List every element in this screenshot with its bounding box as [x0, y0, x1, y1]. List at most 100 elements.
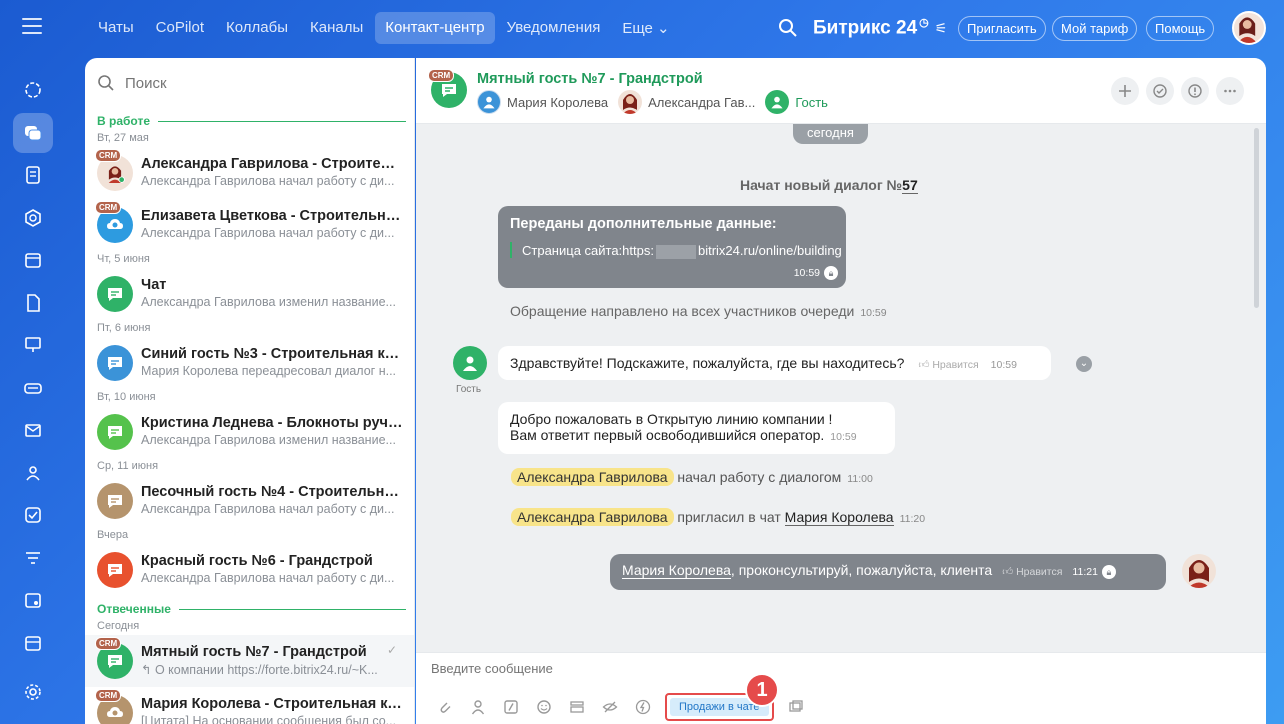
- message-input[interactable]: [431, 661, 1231, 676]
- chat-item-sand-guest[interactable]: Песочный гость №4 - Строительная ... Але…: [85, 475, 414, 527]
- nav-copilot[interactable]: CoPilot: [146, 12, 214, 44]
- chat-snippet: ↰ О компании https://forte.bitrix24.ru/~…: [141, 663, 378, 677]
- attach-icon[interactable]: [428, 695, 461, 719]
- queue-notice: Обращение направлено на всех участников …: [510, 303, 887, 319]
- templates-icon[interactable]: [560, 695, 593, 719]
- nav-notifications[interactable]: Уведомления: [497, 12, 611, 44]
- guest-label: Гость: [456, 384, 482, 395]
- message-outgoing[interactable]: Мария Королева, проконсультируй, пожалуй…: [610, 554, 1166, 590]
- chevron-down-icon[interactable]: ⌄: [1076, 356, 1092, 372]
- avatar: [97, 483, 133, 519]
- chat-bubble-icon: [108, 426, 122, 439]
- chat-item-chat[interactable]: Чат Александра Гаврилова изменил названи…: [85, 268, 414, 320]
- chats-icon[interactable]: [13, 112, 53, 153]
- settings-sliders-icon[interactable]: ⚟: [935, 20, 948, 36]
- hidden-message-icon[interactable]: [593, 695, 626, 719]
- user-icon[interactable]: [461, 695, 494, 719]
- nav-channels[interactable]: Каналы: [300, 12, 373, 44]
- group-icon[interactable]: [13, 453, 53, 493]
- avatar: [97, 276, 133, 312]
- member-koroleva[interactable]: Мария Королева: [477, 90, 608, 114]
- chat-item-mint-guest[interactable]: CRM Мятный гость №7 - Грандстрой ↰ О ком…: [85, 635, 414, 687]
- crm-badge: CRM: [95, 689, 122, 702]
- nav-more[interactable]: Еще ⌄: [612, 12, 679, 44]
- command-icon[interactable]: [494, 695, 527, 719]
- add-icon[interactable]: [1111, 77, 1139, 105]
- chat-item-ledneva[interactable]: Кристина Леднева - Блокноты ручно... Але…: [85, 406, 414, 458]
- date-separator: Вт, 27 мая: [97, 132, 149, 144]
- crm-badge: CRM: [428, 69, 455, 82]
- help-button[interactable]: Помощь: [1146, 16, 1215, 41]
- dialog-number-link[interactable]: 57: [902, 177, 918, 194]
- crm-badge: CRM: [95, 149, 122, 162]
- nav-chats[interactable]: Чаты: [88, 12, 144, 44]
- chat-snippet: Александра Гаврилова начал работу с ди..…: [141, 174, 395, 188]
- section-label: Отвеченные: [97, 602, 171, 616]
- schedule-icon[interactable]: [13, 580, 53, 620]
- search-input[interactable]: [125, 74, 375, 92]
- outgoing-mention[interactable]: Мария Королева: [622, 562, 731, 579]
- bitrix-logo: Битрикс 24 ◷ ⚟: [813, 17, 948, 39]
- message-list[interactable]: сегодня Начат новый диалог №57 Переданы …: [416, 124, 1266, 652]
- member-avatar: [477, 90, 501, 114]
- lightning-icon[interactable]: [626, 695, 659, 719]
- chat-item-blue-guest[interactable]: Синий гость №3 - Строительная ком... Мар…: [85, 337, 414, 389]
- filter-icon[interactable]: [13, 538, 53, 578]
- tasks-icon[interactable]: [13, 495, 53, 535]
- menu-icon[interactable]: [22, 18, 42, 36]
- presentation-icon[interactable]: [13, 325, 53, 365]
- chat-item-gavrilova[interactable]: CRM Александра Гаврилова - Строительн...…: [85, 147, 414, 199]
- mail-icon[interactable]: [13, 410, 53, 450]
- date-separator: Чт, 5 июня: [97, 253, 150, 265]
- app-sidebar: [13, 70, 53, 665]
- document-icon[interactable]: [13, 283, 53, 323]
- chat-bubble-icon: [442, 84, 456, 97]
- invited-mention[interactable]: Мария Королева: [784, 509, 894, 526]
- like-button[interactable]: 👍︎ Нравится: [1002, 566, 1062, 578]
- nav-contact-center[interactable]: Контакт-центр: [375, 12, 495, 44]
- chat-item-tsvetkova[interactable]: CRM Елизавета Цветкова - Строительная ..…: [85, 199, 414, 251]
- user-avatar[interactable]: [1232, 11, 1266, 45]
- search-bar: [85, 58, 414, 108]
- emoji-icon[interactable]: [527, 695, 560, 719]
- store-icon[interactable]: [13, 623, 53, 663]
- member-gavrilova[interactable]: Александра Гав...: [618, 90, 755, 114]
- chat-snippet: Александра Гаврилова начал работу с ди..…: [141, 502, 395, 516]
- chat-snippet: Мария Королева переадресовал диалог н...: [141, 364, 397, 378]
- message-guest-1[interactable]: Здравствуйте! Подскажите, пожалуйста, гд…: [498, 346, 1051, 380]
- section-answered: Отвеченные: [85, 600, 414, 618]
- search-icon[interactable]: [778, 18, 798, 38]
- extra-data-text: Страница сайта:https: bitrix24.ru/online/…: [522, 243, 842, 259]
- chat-header: CRM Мятный гость №7 - Грандстрой Мария К…: [416, 58, 1266, 124]
- chat-title: Мятный гость №7 - Грандстрой: [141, 644, 367, 660]
- invite-button[interactable]: Пригласить: [958, 16, 1046, 41]
- chat-title[interactable]: Мятный гость №7 - Грандстрой: [477, 71, 703, 87]
- my-avatar[interactable]: [1182, 554, 1216, 588]
- operator-mention[interactable]: Александра Гаврилова: [511, 508, 674, 526]
- avatar: [97, 552, 133, 588]
- section-in-work: В работе: [85, 112, 414, 130]
- activity-icon[interactable]: [13, 70, 53, 110]
- chat-item-red-guest[interactable]: Красный гость №6 - Грандстрой Александра…: [85, 544, 414, 596]
- message-welcome[interactable]: Добро пожаловать в Открытую линию компан…: [498, 402, 895, 454]
- guest-avatar[interactable]: [453, 346, 487, 380]
- more-icon[interactable]: [1216, 77, 1244, 105]
- operator-mention[interactable]: Александра Гаврилова: [511, 468, 674, 486]
- extra-data-message[interactable]: Переданы дополнительные данные: Страница…: [498, 206, 846, 288]
- tariff-button[interactable]: Мой тариф: [1052, 16, 1138, 41]
- chat-list-panel: В работе Вт, 27 мая CRM Александра Гаври…: [85, 58, 415, 724]
- feed-icon[interactable]: [13, 155, 53, 195]
- gear-icon[interactable]: [13, 672, 53, 712]
- spam-icon[interactable]: [1181, 77, 1209, 105]
- hexagon-icon[interactable]: [13, 198, 53, 238]
- check-circle-icon[interactable]: [1146, 77, 1174, 105]
- contact-center-icon[interactable]: [13, 368, 53, 408]
- like-button[interactable]: 👍︎ Нравится: [918, 359, 978, 371]
- nav-collabs[interactable]: Коллабы: [216, 12, 298, 44]
- expand-panel-icon[interactable]: [780, 695, 813, 719]
- member-guest[interactable]: Гость: [765, 90, 828, 114]
- scrollbar[interactable]: [1254, 128, 1259, 308]
- step-badge: 1: [745, 673, 779, 707]
- chat-item-koroleva[interactable]: CRM Мария Королева - Строительная ко... …: [85, 687, 414, 724]
- calendar-icon[interactable]: [13, 240, 53, 280]
